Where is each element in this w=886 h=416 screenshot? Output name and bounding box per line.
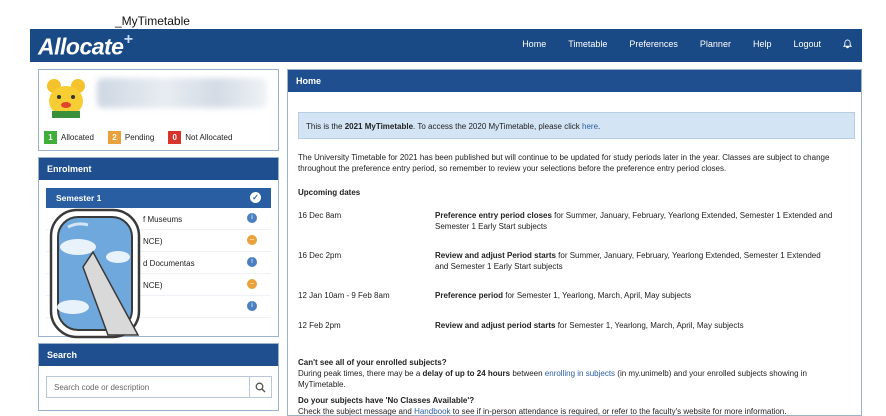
date-description: Review and adjust period starts for Seme…	[435, 320, 835, 331]
date-event: Preference period	[435, 291, 504, 300]
bell-icon[interactable]	[843, 39, 852, 49]
faq-text-2: to see if in-person attendance is requir…	[450, 407, 787, 416]
search-title: Search	[39, 344, 278, 366]
faq-question: Can't see all of your enrolled subjects?	[298, 358, 447, 367]
legend-pending: 2 Pending	[107, 131, 155, 144]
nav-home[interactable]: Home	[522, 39, 546, 49]
faq-question: Do your subjects have 'No Classes Availa…	[298, 396, 475, 405]
faq-text-2: between	[510, 369, 545, 378]
faq-bold: delay of up to 24 hours	[422, 369, 511, 378]
home-panel: Home This is the 2021 MyTimetable. To ac…	[287, 69, 862, 416]
search-placeholder: Search code or description	[54, 383, 150, 392]
not-allocated-count: 0	[168, 131, 182, 144]
page: _MyTimetable Allocate+ Home Timetable Pr…	[0, 0, 886, 416]
date-label: 16 Dec 2pm	[298, 251, 342, 260]
allocated-label: Allocated	[61, 133, 94, 142]
nav-timetable[interactable]: Timetable	[568, 39, 607, 49]
top-navbar: Allocate+ Home Timetable Preferences Pla…	[30, 29, 862, 62]
profile-panel: 1 Allocated 2 Pending 0 Not Allocated	[38, 69, 279, 151]
handbook-link[interactable]: Handbook	[414, 407, 450, 415]
search-icon	[255, 382, 266, 392]
nav-links: Home Timetable Preferences Planner Help …	[522, 39, 852, 49]
search-input[interactable]: Search code or description	[46, 376, 272, 398]
allocate-logo[interactable]: Allocate+	[38, 31, 133, 61]
nav-help[interactable]: Help	[753, 39, 772, 49]
info-icon[interactable]: i	[247, 213, 257, 223]
notice-banner: This is the 2021 MyTimetable. To access …	[298, 112, 855, 139]
blurred-username	[97, 78, 267, 108]
date-event: Review and adjust Period starts	[435, 251, 556, 260]
allocated-count: 1	[44, 131, 57, 144]
date-label: 16 Dec 8am	[298, 211, 342, 220]
not-allocated-label: Not Allocated	[185, 133, 233, 142]
faq-text: During peak times, there may be a	[298, 369, 423, 378]
airplane-window-sticker	[49, 208, 141, 339]
here-link[interactable]: here	[582, 122, 598, 131]
semester-header[interactable]: Semester 1 ✓	[46, 188, 271, 208]
legend-allocated: 1 Allocated	[44, 131, 94, 144]
pending-icon[interactable]: –	[247, 235, 257, 245]
info-icon[interactable]: i	[247, 257, 257, 267]
legend-not-allocated: 0 Not Allocated	[168, 131, 232, 144]
nav-planner[interactable]: Planner	[700, 39, 731, 49]
info-icon[interactable]: i	[247, 301, 257, 311]
enrolled-subjects-faq: Can't see all of your enrolled subjects?…	[298, 357, 848, 390]
notice-bold: 2021 MyTimetable	[344, 122, 414, 131]
notice-text-2: . To access the 2020 MyTimetable, please…	[413, 122, 582, 131]
semester-label: Semester 1	[56, 193, 102, 203]
window-title: _MyTimetable	[115, 14, 190, 28]
notice-text: This is the	[306, 122, 345, 131]
date-label: 12 Jan 10am - 9 Feb 8am	[298, 291, 390, 300]
date-detail: for Semester 1, Yearlong, March, April, …	[555, 321, 744, 330]
allocation-legend: 1 Allocated 2 Pending 0 Not Allocated	[44, 131, 240, 144]
pending-icon[interactable]: –	[247, 279, 257, 289]
notice-end: .	[598, 122, 601, 131]
enrolling-link[interactable]: enrolling in subjects	[545, 369, 615, 378]
nav-preferences[interactable]: Preferences	[629, 39, 678, 49]
pending-label: Pending	[124, 133, 155, 142]
faq-text: Check the subject message and	[298, 407, 415, 416]
check-icon: ✓	[250, 192, 261, 203]
date-event: Preference entry period closes	[435, 211, 552, 220]
logo-text: Allocate	[38, 33, 124, 60]
date-label: 12 Feb 2pm	[298, 321, 341, 330]
search-panel: Search Search code or description	[38, 343, 279, 411]
nav-logout[interactable]: Logout	[793, 39, 821, 49]
date-description: Preference period for Semester 1, Yearlo…	[435, 290, 835, 301]
date-detail: for Semester 1, Yearlong, March, April, …	[503, 291, 692, 300]
search-button[interactable]	[249, 377, 271, 397]
avatar[interactable]	[44, 75, 88, 119]
logo-plus: +	[123, 31, 133, 48]
no-classes-faq: Do your subjects have 'No Classes Availa…	[298, 395, 848, 416]
date-event: Review and adjust period starts	[435, 321, 556, 330]
enrolment-title: Enrolment	[39, 158, 278, 180]
date-description: Review and adjust Period starts for Summ…	[435, 250, 835, 272]
intro-text: The University Timetable for 2021 has be…	[298, 153, 830, 173]
date-description: Preference entry period closes for Summe…	[435, 210, 835, 232]
upcoming-heading: Upcoming dates	[298, 188, 361, 197]
home-title: Home	[288, 70, 861, 92]
pending-count: 2	[107, 131, 121, 144]
